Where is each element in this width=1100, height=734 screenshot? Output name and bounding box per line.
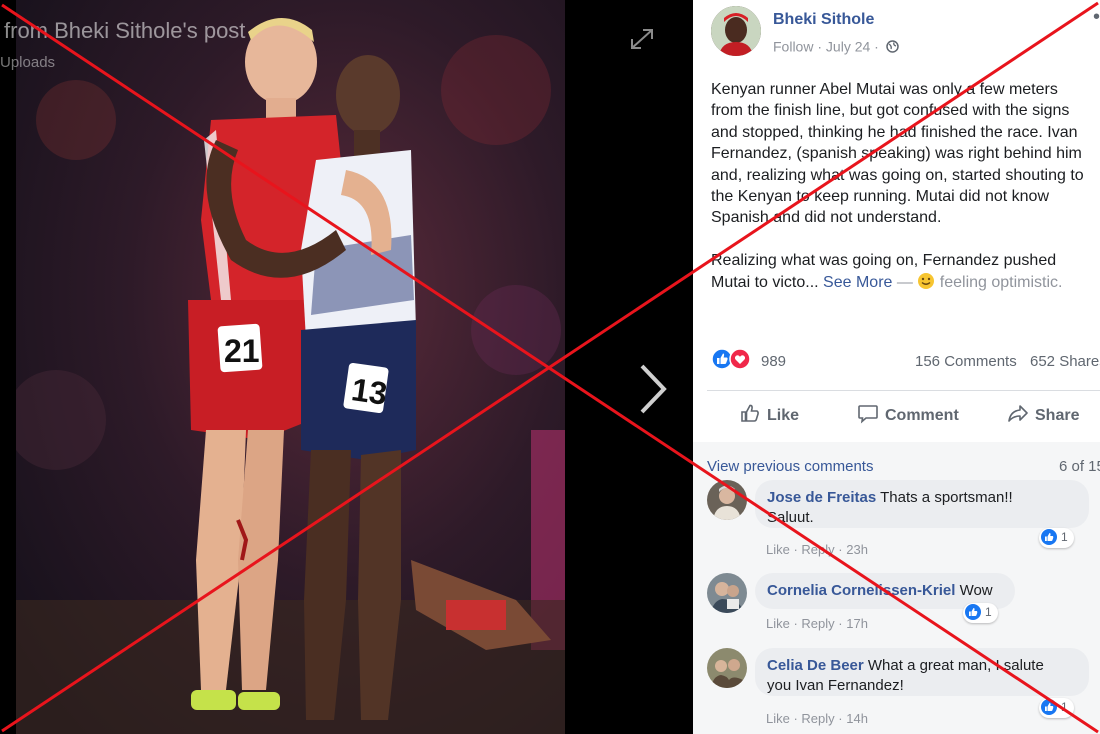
photo-viewer: 21 13 from Bheki Sithole's post Uploads bbox=[0, 0, 693, 734]
share-label: Share bbox=[1035, 407, 1080, 424]
runners-illustration: 21 13 bbox=[16, 0, 565, 734]
post-text-line: Kenyan runner Abel Mutai was only a few … bbox=[711, 81, 1058, 98]
comment-item: Celia De Beer What a great man, I salute… bbox=[707, 648, 1100, 734]
comment-time[interactable]: 14h bbox=[846, 711, 868, 726]
comments-section: View previous comments 6 of 156 Jose de … bbox=[693, 442, 1100, 734]
commenter-name[interactable]: Jose de Freitas bbox=[767, 489, 876, 506]
comment-bubble: Celia De Beer What a great man, I salute… bbox=[755, 648, 1089, 696]
reaction-icons[interactable] bbox=[711, 348, 757, 370]
comment-like-link[interactable]: Like bbox=[766, 711, 790, 726]
comment-like-link[interactable]: Like bbox=[766, 542, 790, 557]
reaction-count[interactable]: 989 bbox=[761, 353, 786, 370]
post-text-line: and stopped, thinking he had finished th… bbox=[711, 123, 1078, 141]
comment-like-count: 1 bbox=[985, 605, 992, 619]
bib-13: 13 bbox=[349, 371, 389, 412]
post-text-line: the Kenyan to keep running. Mutai did no… bbox=[711, 188, 1049, 206]
commenter-avatar[interactable] bbox=[707, 573, 747, 613]
expand-icon[interactable] bbox=[628, 26, 656, 52]
commenter-name[interactable]: Cornelia Cornelissen-Kriel bbox=[767, 582, 955, 599]
comment-time[interactable]: 17h bbox=[846, 616, 868, 631]
comment-time[interactable]: 23h bbox=[846, 542, 868, 557]
thumbs-up-icon bbox=[741, 404, 759, 422]
comment-footer: Like · Reply · 23h bbox=[766, 542, 868, 557]
like-reaction-icon bbox=[1041, 699, 1057, 715]
post-meta: Follow · July 24 · bbox=[773, 37, 899, 54]
comment-footer: Like · Reply · 14h bbox=[766, 711, 868, 726]
divider bbox=[707, 390, 1100, 391]
post-stats: 989 156 Comments 652 Shares bbox=[711, 348, 1100, 374]
follow-link[interactable]: Follow bbox=[773, 38, 813, 54]
post-photo[interactable]: 21 13 bbox=[16, 0, 565, 734]
see-more-link[interactable]: See More bbox=[823, 274, 892, 291]
share-icon bbox=[1008, 405, 1028, 422]
comment-text: Thats a sportsman!! bbox=[880, 489, 1013, 506]
comment-like-badge[interactable]: 1 bbox=[1039, 698, 1074, 718]
share-button[interactable]: Share bbox=[1007, 402, 1079, 428]
post-actions: Like Comment Share bbox=[707, 392, 1100, 438]
comment-reply-link[interactable]: Reply bbox=[801, 711, 834, 726]
comment-reply-link[interactable]: Reply bbox=[801, 616, 834, 631]
post-panel: Bheki Sithole Follow · July 24 · ••• Ken… bbox=[693, 0, 1100, 734]
comment-text: What a great man, I salute bbox=[867, 657, 1044, 674]
comment-text: Wow bbox=[959, 582, 993, 599]
comments-page-count: 6 of 156 bbox=[1059, 458, 1100, 475]
comments-count[interactable]: 156 Comments bbox=[915, 353, 1017, 370]
comment-like-count: 1 bbox=[1061, 530, 1068, 544]
comment-like-badge[interactable]: 1 bbox=[1039, 528, 1074, 548]
post-text-line: Fernandez, (spanish speaking) was right … bbox=[711, 145, 1082, 163]
author-avatar[interactable] bbox=[711, 6, 761, 56]
comment-bubble: Jose de Freitas Thats a sportsman!! Salu… bbox=[755, 480, 1089, 528]
comment-item: Jose de Freitas Thats a sportsman!! Salu… bbox=[707, 480, 1100, 560]
commenter-avatar[interactable] bbox=[707, 648, 747, 688]
like-reaction-icon bbox=[1041, 529, 1057, 545]
next-photo-arrow-icon[interactable] bbox=[634, 360, 670, 418]
post-date[interactable]: July 24 bbox=[826, 38, 870, 54]
post-text-line: and, realizing what was going on, starte… bbox=[711, 166, 1084, 184]
shares-count[interactable]: 652 Shares bbox=[1030, 353, 1100, 370]
globe-icon bbox=[885, 40, 899, 53]
post-text: Kenyan runner Abel Mutai was only a few … bbox=[711, 79, 1100, 314]
post-text-line: Realizing what was going on, Fernandez p… bbox=[711, 252, 1057, 270]
author-name[interactable]: Bheki Sithole bbox=[773, 11, 874, 29]
bib-21: 21 bbox=[224, 333, 260, 369]
comment-item: Cornelia Cornelissen-Kriel Wow 1 Like · … bbox=[707, 573, 1100, 637]
viewer-title: from Bheki Sithole's post bbox=[4, 18, 246, 43]
more-options-icon[interactable]: ••• bbox=[1093, 6, 1100, 29]
comment-text-continued: Saluut. bbox=[767, 509, 814, 526]
comment-like-count: 1 bbox=[1061, 700, 1068, 714]
smile-emoji-icon bbox=[917, 272, 935, 290]
post-text-line: Spanish and did not understand. bbox=[711, 209, 942, 227]
commenter-name[interactable]: Celia De Beer bbox=[767, 657, 864, 674]
comment-button[interactable]: Comment bbox=[857, 402, 959, 428]
like-reaction-icon bbox=[965, 604, 981, 620]
comment-reply-link[interactable]: Reply bbox=[801, 542, 834, 557]
viewer-album-label[interactable]: Uploads bbox=[0, 54, 55, 71]
comment-label: Comment bbox=[885, 407, 959, 424]
like-label: Like bbox=[767, 407, 800, 424]
like-button[interactable]: Like bbox=[739, 402, 799, 428]
comment-icon bbox=[858, 405, 878, 424]
commenter-avatar[interactable] bbox=[707, 480, 747, 520]
feeling-text[interactable]: feeling optimistic. bbox=[940, 274, 1063, 291]
post-text-line: from the finish line, but got confused w… bbox=[711, 102, 1070, 120]
comment-like-badge[interactable]: 1 bbox=[963, 603, 998, 623]
comment-footer: Like · Reply · 17h bbox=[766, 616, 868, 631]
view-previous-comments-link[interactable]: View previous comments bbox=[707, 458, 873, 475]
comment-like-link[interactable]: Like bbox=[766, 616, 790, 631]
post-text-line: Mutai to victo... bbox=[711, 273, 819, 291]
post-header: Bheki Sithole Follow · July 24 · ••• bbox=[711, 6, 1100, 56]
comment-text-continued: you Ivan Fernandez! bbox=[767, 677, 904, 694]
